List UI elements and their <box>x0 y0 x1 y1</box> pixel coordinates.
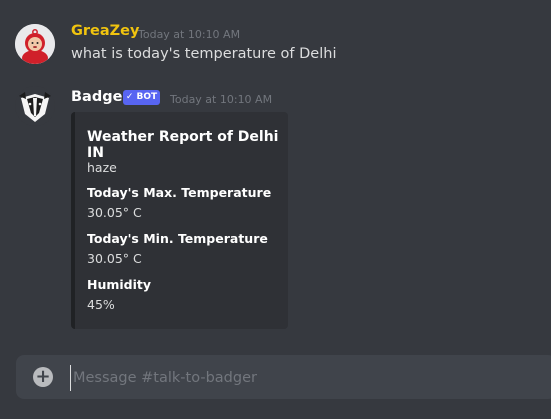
embed-title: Weather Report of Delhi IN <box>87 129 279 161</box>
teletubby-avatar-icon <box>15 24 55 64</box>
field-min-temp-value: 30.05° C <box>87 251 142 266</box>
checkmark-icon: ✓ <box>125 92 134 102</box>
user-message-text: what is today's temperature of Delhi <box>71 46 337 62</box>
field-min-temp-name: Today's Min. Temperature <box>87 231 268 246</box>
embed-description: haze <box>87 160 117 175</box>
badger-avatar-icon <box>15 86 55 126</box>
user-timestamp: Today at 10:10 AM <box>138 28 241 41</box>
field-humidity-name: Humidity <box>87 277 152 292</box>
plus-circle-icon[interactable]: + <box>33 367 53 387</box>
field-humidity-value: 45% <box>87 297 115 312</box>
field-max-temp-name: Today's Max. Temperature <box>87 185 272 200</box>
bot-tag-badge: ✓ BOT <box>123 90 160 105</box>
field-max-temp-value: 30.05° C <box>87 205 142 220</box>
weather-embed: Weather Report of Delhi IN haze Today's … <box>71 112 288 329</box>
bot-timestamp: Today at 10:10 AM <box>170 93 273 106</box>
message-input[interactable] <box>70 365 535 391</box>
bot-avatar[interactable] <box>15 86 55 126</box>
message-composer: + <box>16 355 551 399</box>
bot-tag-label: BOT <box>136 92 158 102</box>
bot-username[interactable]: Badger <box>71 89 130 105</box>
user-username[interactable]: GreaZey <box>71 23 139 39</box>
user-avatar[interactable] <box>15 24 55 64</box>
